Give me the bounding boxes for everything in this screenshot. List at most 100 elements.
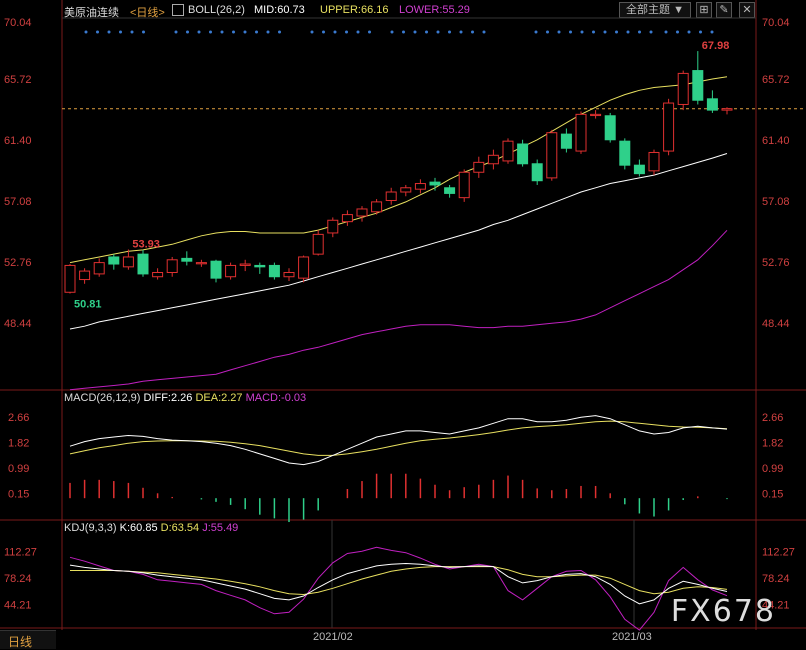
candle-down [633,164,645,175]
event-marker-dot [232,30,235,34]
candle-up [79,270,91,281]
event-marker-dot [186,30,189,34]
macd-tick-left-2: 0.99 [8,463,29,475]
price-tick-right-3: 57.08 [762,196,790,208]
price-tick-left-5: 48.44 [4,318,32,330]
event-marker-dot [255,30,258,34]
event-marker-dot [130,30,134,34]
candle-down [210,260,222,279]
candle-up [152,271,164,278]
event-marker-dot [626,30,630,34]
event-marker-dot [142,30,145,34]
event-marker-dot [209,30,212,34]
event-marker-dot [322,30,325,34]
candle-up [487,154,499,165]
event-marker-dot [266,30,270,34]
macd-tick-right-1: 1.82 [762,438,783,450]
macd-diff-value: DIFF:2.26 [143,392,193,404]
event-marker-dot [557,30,561,34]
event-marker-dot [413,30,417,34]
candle-down [619,140,631,166]
candle-up [356,208,368,217]
event-marker-dot [436,30,440,34]
candle-down [560,133,572,149]
event-marker-dot [220,30,224,34]
event-marker-dot [448,30,451,34]
macd-tick-right-0: 2.66 [762,412,783,424]
price-tick-right-5: 48.44 [762,318,790,330]
candle-up [663,102,675,152]
date-label-mar: 2021/03 [612,631,652,643]
event-marker-dot [676,30,679,34]
event-marker-dot [345,30,348,34]
candle-up [225,264,237,278]
event-marker-dot [310,30,314,34]
event-marker-dot [580,30,584,34]
event-marker-dot [699,30,702,34]
event-marker-dot [425,30,428,34]
candle-down [444,187,456,194]
candle-down [181,257,193,262]
event-marker-dot [197,30,201,34]
candle-up [502,140,514,162]
candle-down [531,163,543,182]
macd-tick-right-3: 0.15 [762,489,783,501]
candle-down [706,98,718,111]
event-marker-dot [546,30,549,34]
kdj-d-value: D:63.54 [160,522,200,534]
candle-up [327,219,339,234]
event-marker-dot [664,30,668,34]
period-tab[interactable]: 日线 [0,630,56,649]
macd-tick-left-0: 2.66 [8,412,29,424]
candle-up [298,256,310,279]
candle-up [721,108,733,111]
candle-up [400,187,412,193]
boll-lower-line [69,229,728,391]
candle-up [371,201,383,213]
candle-up [341,214,353,223]
kdj-j-line [69,546,728,631]
event-marker-dot [603,30,607,34]
candle-up [648,151,660,172]
candle-up [414,183,426,190]
event-marker-dot [649,30,653,34]
candle-up [458,171,470,199]
event-marker-dot [471,30,474,34]
boll-mid-line [69,153,728,330]
price-tick-left-3: 57.08 [4,196,32,208]
event-marker-dot [482,30,486,34]
candle-up [239,263,251,266]
candle-up [312,233,324,255]
candle-down [137,253,149,275]
candle-up [122,256,134,268]
macd-tick-right-2: 0.99 [762,463,783,475]
annotation-high-max: 67.98 [702,40,730,52]
event-marker-dot [119,30,122,34]
macd-macd-value: MACD:-0.03 [245,392,307,404]
candle-down [692,70,704,101]
kdj-tick-left-0: 112.27 [4,547,37,559]
kdj-k-value: K:60.85 [119,522,158,534]
candle-down [254,264,266,268]
candle-up [283,271,295,278]
candle-up [195,262,207,265]
candle-down [268,264,280,278]
event-marker-dot [333,30,337,34]
event-marker-dot [107,30,111,34]
candle-up [590,113,602,117]
event-marker-dot [592,30,595,34]
candle-down [108,256,120,265]
candle-up [166,259,178,273]
annotation-low-min: 50.81 [74,299,102,311]
candle-up [385,191,397,201]
price-tick-left-2: 61.40 [4,135,32,147]
price-tick-right-1: 65.72 [762,74,790,86]
event-marker-dot [243,30,247,34]
candle-up [575,113,587,152]
kdj-k-line [69,562,728,605]
kdj-tick-right-1: 78.24 [762,573,790,585]
candle-up [677,72,689,105]
watermark-logo: FX678 [670,594,776,629]
event-marker-dot [356,30,360,34]
candle-down [429,181,441,186]
